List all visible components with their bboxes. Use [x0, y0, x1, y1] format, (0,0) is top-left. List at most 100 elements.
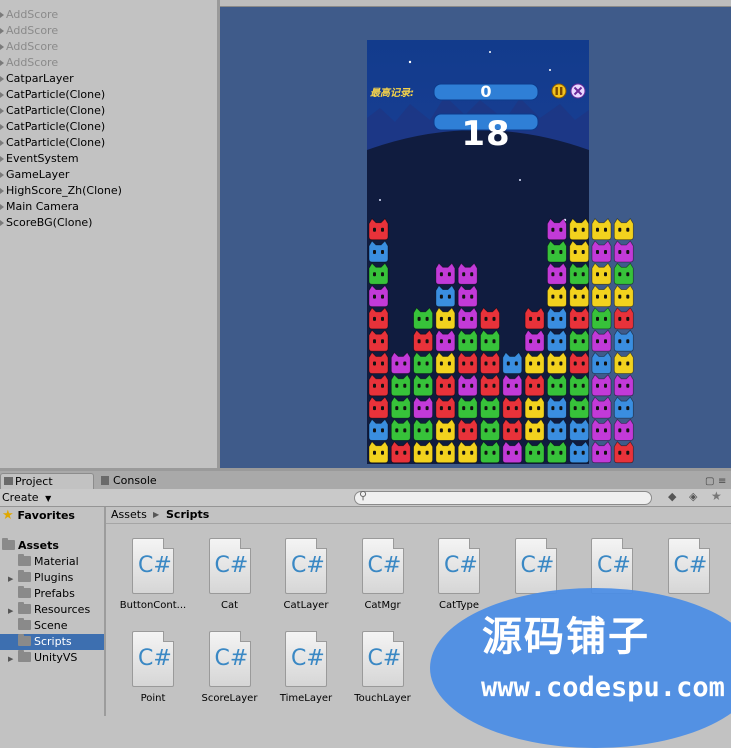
- hierarchy-item-label: CatParticle(Clone): [6, 104, 106, 117]
- folder-item[interactable]: ▶ Plugins: [0, 570, 104, 586]
- cat-block[interactable]: [613, 262, 634, 285]
- lock-icon[interactable]: ▢: [705, 476, 714, 487]
- cat-block[interactable]: [613, 307, 634, 330]
- folder-item[interactable]: Scripts: [0, 634, 104, 650]
- script-file[interactable]: C# CatMgr: [343, 538, 423, 611]
- create-dropdown[interactable]: Create ▼: [2, 490, 51, 505]
- favorites-label: Favorites: [17, 509, 75, 522]
- watermark-url: www.codespu.com: [481, 672, 725, 703]
- script-file[interactable]: C# TimeLayer: [266, 631, 346, 704]
- expand-arrow-icon[interactable]: [0, 28, 4, 34]
- folder-icon: [18, 602, 31, 614]
- hierarchy-item-label: AddScore: [6, 56, 59, 69]
- expand-arrow-icon[interactable]: ▶: [8, 651, 18, 667]
- folder-label: Plugins: [34, 571, 74, 584]
- expand-arrow-icon[interactable]: [0, 44, 4, 50]
- filter-by-label-icon[interactable]: ◈: [689, 490, 697, 503]
- script-file[interactable]: C# TouchLayer: [343, 631, 423, 704]
- cat-block[interactable]: [613, 218, 634, 241]
- cat-block[interactable]: [591, 307, 612, 330]
- close-icon[interactable]: [570, 83, 586, 99]
- expand-arrow-icon[interactable]: ▶: [8, 571, 18, 587]
- panel-menu-icon[interactable]: ≡: [718, 476, 726, 487]
- folder-item[interactable]: Prefabs: [0, 586, 104, 602]
- folder-label: Resources: [34, 603, 91, 616]
- cat-block[interactable]: [613, 351, 634, 374]
- folder-item[interactable]: ▶ UnityVS: [0, 650, 104, 666]
- cat-block[interactable]: [591, 262, 612, 285]
- expand-arrow-icon[interactable]: [0, 60, 4, 66]
- expand-arrow-icon[interactable]: [0, 172, 4, 178]
- script-file-name: ButtonCont...: [119, 600, 187, 611]
- csharp-script-icon: C#: [438, 538, 480, 594]
- expand-arrow-icon[interactable]: [0, 188, 4, 194]
- console-icon: [101, 476, 109, 485]
- favorites-header[interactable]: ★ Favorites: [2, 508, 75, 524]
- tab-console[interactable]: Console: [97, 473, 187, 489]
- csharp-script-icon: C#: [132, 538, 174, 594]
- folder-label: Prefabs: [34, 587, 75, 600]
- expand-arrow-icon[interactable]: [0, 92, 4, 98]
- cat-block[interactable]: [591, 284, 612, 307]
- search-input[interactable]: ⚲: [354, 489, 652, 505]
- hierarchy-item-label: GameLayer: [6, 168, 70, 181]
- cat-block[interactable]: [591, 396, 612, 419]
- folder-icon: [18, 586, 31, 598]
- cat-block[interactable]: [591, 441, 612, 464]
- cat-block[interactable]: [613, 374, 634, 397]
- folder-item[interactable]: Material: [0, 554, 104, 570]
- cat-block[interactable]: [591, 351, 612, 374]
- expand-arrow-icon[interactable]: ▶: [8, 603, 18, 619]
- project-tree: ★ Favorites Assets Material ▶ Plugins Prefa…: [0, 507, 104, 716]
- game-view-canvas: [367, 40, 634, 464]
- cat-block[interactable]: [591, 418, 612, 441]
- tab-project[interactable]: Project: [0, 473, 94, 490]
- create-label: Create: [2, 491, 39, 504]
- expand-arrow-icon[interactable]: [0, 76, 4, 82]
- cat-block[interactable]: [613, 418, 634, 441]
- cat-block[interactable]: [591, 240, 612, 263]
- script-file[interactable]: C# Point: [113, 631, 193, 704]
- assets-root[interactable]: Assets: [2, 538, 59, 554]
- csharp-script-icon: C#: [514, 538, 557, 594]
- hierarchy-item-label: AddScore: [6, 8, 59, 21]
- expand-arrow-icon[interactable]: [0, 156, 4, 162]
- script-file[interactable]: C# CatLayer: [266, 538, 346, 611]
- folder-label: Scripts: [34, 635, 72, 648]
- cat-block[interactable]: [591, 218, 612, 241]
- expand-arrow-icon[interactable]: [0, 204, 4, 210]
- expand-arrow-icon[interactable]: [0, 220, 4, 226]
- csharp-script-icon: C#: [285, 538, 327, 594]
- cat-block[interactable]: [591, 329, 612, 352]
- breadcrumb-separator-icon: ▶: [153, 510, 160, 519]
- expand-arrow-icon[interactable]: [0, 12, 4, 18]
- cat-block[interactable]: [613, 329, 634, 352]
- script-file[interactable]: C#: [649, 538, 729, 600]
- breadcrumb: Assets ▶ Scripts: [106, 507, 731, 524]
- tab-console-label: Console: [113, 474, 157, 487]
- pause-icon[interactable]: [551, 83, 567, 99]
- favorite-star-icon[interactable]: ★: [711, 489, 722, 503]
- script-file[interactable]: C# ButtonCont...: [113, 538, 193, 611]
- expand-arrow-icon[interactable]: [0, 124, 4, 130]
- script-file[interactable]: C# Cat: [190, 538, 270, 611]
- hierarchy-item-label: CatParticle(Clone): [6, 88, 106, 101]
- breadcrumb-root[interactable]: Assets: [111, 507, 147, 523]
- csharp-script-icon: C#: [208, 538, 251, 594]
- folder-item[interactable]: ▶ Resources: [0, 602, 104, 618]
- expand-arrow-icon[interactable]: [0, 108, 4, 114]
- cat-block[interactable]: [591, 374, 612, 397]
- expand-arrow-icon[interactable]: [0, 140, 4, 146]
- script-file[interactable]: C# ScoreLayer: [190, 631, 270, 704]
- cat-block[interactable]: [613, 284, 634, 307]
- filter-by-type-icon[interactable]: ◆: [668, 490, 676, 503]
- cat-block[interactable]: [613, 441, 634, 464]
- cat-block[interactable]: [613, 240, 634, 263]
- script-file[interactable]: C# CatType: [419, 538, 499, 611]
- cat-block[interactable]: [613, 396, 634, 419]
- folder-item[interactable]: Scene: [0, 618, 104, 634]
- csharp-script-icon: C#: [132, 631, 174, 687]
- game-view: 最高记录: 0 18: [220, 0, 731, 468]
- breadcrumb-current[interactable]: Scripts: [166, 507, 209, 523]
- script-file-name: Point: [140, 693, 166, 704]
